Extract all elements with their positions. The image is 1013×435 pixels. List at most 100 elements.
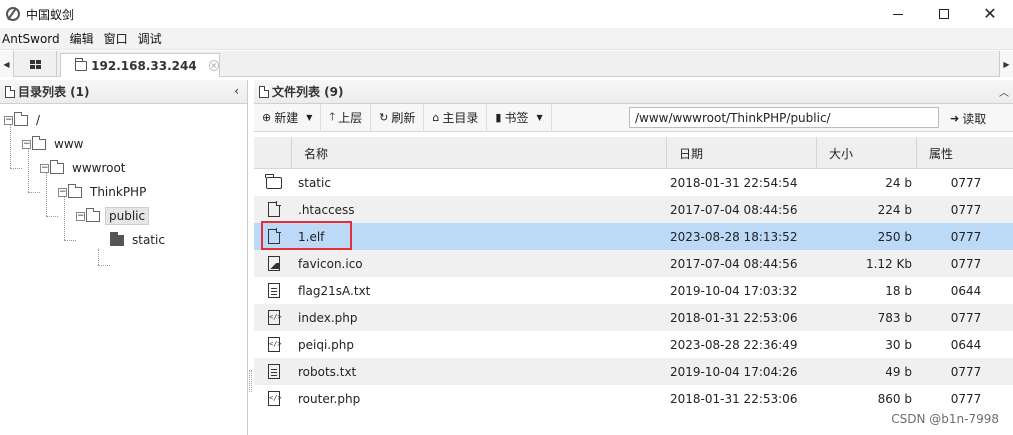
file-attr: 0777 — [950, 229, 982, 244]
home-button[interactable]: ⌂ 主目录 — [424, 103, 488, 132]
close-button[interactable]: ✕ — [967, 0, 1013, 28]
file-attr: 0777 — [950, 202, 982, 217]
tab-scroll-right-button[interactable]: ▶ — [999, 51, 1013, 77]
file-attr: 0777 — [950, 175, 982, 190]
column-header-date[interactable]: 日期 — [666, 137, 816, 169]
tree-label[interactable]: wwwroot — [69, 160, 129, 176]
home-tab[interactable] — [15, 51, 57, 77]
tree-toggle[interactable]: − — [40, 163, 49, 173]
table-row[interactable]: </> peiqi.php 2023-08-28 22:36:49 30 b 0… — [254, 331, 1013, 358]
up-label: 上层 — [338, 111, 363, 125]
tree-toggle[interactable]: − — [22, 139, 31, 149]
new-button[interactable]: ⊕ 新建 ▼ — [254, 103, 322, 132]
file-name: index.php — [298, 310, 358, 325]
tab-scroll-left-button[interactable]: ◀ — [0, 51, 14, 77]
file-size: 250 b — [877, 229, 912, 244]
refresh-button[interactable]: ↻ 刷新 — [371, 103, 425, 132]
column-header-attr[interactable]: 属性 — [916, 137, 1013, 169]
image-file-icon — [268, 256, 280, 271]
file-date: 2018-01-31 22:53:06 — [670, 391, 798, 406]
code-file-icon: </> — [268, 337, 282, 352]
column-header-name[interactable]: 名称 — [291, 137, 666, 169]
table-row[interactable]: favicon.ico 2017-07-04 08:44:56 1.12 Kb … — [254, 250, 1013, 277]
antsword-logo-icon — [6, 7, 20, 21]
tree-label-selected[interactable]: public — [105, 207, 150, 225]
menu-debug[interactable]: 调试 — [136, 30, 168, 47]
file-name: 1.elf — [298, 229, 325, 244]
directory-panel-header: 目录列表 (1) ‹ — [0, 80, 247, 104]
table-row[interactable]: </> router.php 2018-01-31 22:53:06 860 b… — [254, 385, 1013, 412]
read-label: 读取 — [962, 111, 987, 126]
up-button[interactable]: 🡑 上层 — [321, 103, 372, 132]
code-file-icon: </> — [268, 391, 282, 406]
tree-toggle[interactable]: − — [4, 115, 13, 125]
maximize-icon — [939, 9, 949, 19]
tree-node-www[interactable]: − www — [22, 133, 86, 155]
folder-icon — [75, 57, 88, 71]
tree-node-root[interactable]: − / — [4, 109, 43, 131]
table-row[interactable]: </> index.php 2018-01-31 22:53:06 783 b … — [254, 304, 1013, 331]
caret-down-icon: ▼ — [536, 113, 543, 122]
panel-splitter[interactable] — [249, 370, 252, 392]
tree-label[interactable]: static — [129, 232, 168, 248]
maximize-button[interactable] — [921, 0, 967, 28]
read-button[interactable]: ➜ 读取 — [944, 104, 986, 132]
file-panel-header: 文件列表 (9) ︿ — [254, 80, 1013, 104]
folder-icon — [68, 183, 82, 198]
column-header-size[interactable]: 大小 — [816, 137, 916, 169]
tree-label[interactable]: / — [33, 112, 43, 128]
window-controls: ✕ — [875, 0, 1013, 28]
tree-node-wwwroot[interactable]: − wwwroot — [40, 157, 129, 179]
tab-bar: ◀ 192.168.33.244 × ▶ — [0, 51, 1013, 77]
code-file-icon: </> — [268, 310, 282, 325]
bookmark-label: 书签 — [504, 111, 529, 125]
tab-close-icon[interactable]: × — [208, 60, 219, 71]
minimize-icon — [893, 13, 903, 15]
refresh-label: 刷新 — [391, 111, 416, 125]
table-row-selected[interactable]: 1.elf 2023-08-28 18:13:52 250 b 0777 — [254, 223, 1013, 250]
minimize-button[interactable] — [875, 0, 921, 28]
tree-label[interactable]: www — [51, 136, 86, 152]
file-table: 名称 日期 大小 属性 static 2018-01-31 22:54:54 2… — [254, 137, 1013, 412]
tree-toggle[interactable]: − — [58, 187, 67, 197]
column-attr-label: 属性 — [929, 146, 954, 161]
tree-node-public[interactable]: − public — [76, 205, 150, 227]
arrow-right-icon: ➜ — [950, 111, 960, 125]
file-attr: 0644 — [950, 337, 982, 352]
bookmark-icon: ▮ — [495, 111, 502, 124]
collapse-panel-button[interactable]: ︿ — [999, 84, 1009, 99]
tree-toggle[interactable]: − — [76, 211, 85, 221]
file-size: 224 b — [877, 202, 912, 217]
menu-antsword[interactable]: AntSword — [0, 32, 66, 46]
file-toolbar: ⊕ 新建 ▼ 🡑 上层 ↻ 刷新 ⌂ 主目录 ▮ 书签 ▼ ➜ 读取 — [254, 103, 1013, 132]
column-size-label: 大小 — [829, 146, 854, 161]
bookmark-button[interactable]: ▮ 书签 ▼ — [487, 103, 552, 132]
window-title: 中国蚁剑 — [26, 7, 75, 22]
file-date: 2023-08-28 18:13:52 — [670, 229, 798, 244]
menu-edit[interactable]: 编辑 — [68, 30, 100, 47]
home-icon: ⌂ — [432, 111, 440, 124]
tree-node-static[interactable]: static — [110, 229, 168, 251]
table-row[interactable]: robots.txt 2019-10-04 17:04:26 49 b 0777 — [254, 358, 1013, 385]
tab-host[interactable]: 192.168.33.244 × — [60, 53, 220, 77]
table-row[interactable]: static 2018-01-31 22:54:54 24 b 0777 — [254, 169, 1013, 196]
menu-window[interactable]: 窗口 — [102, 30, 134, 47]
file-date: 2019-10-04 17:04:26 — [670, 364, 798, 379]
close-icon: ✕ — [983, 4, 997, 23]
document-icon — [259, 85, 269, 98]
directory-panel: 目录列表 (1) ‹ − / − www − wwwroot − ThinkPH… — [0, 80, 248, 435]
file-name: peiqi.php — [298, 337, 354, 352]
file-name: router.php — [298, 391, 361, 406]
file-attr: 0777 — [950, 364, 982, 379]
plus-circle-icon: ⊕ — [262, 111, 272, 124]
tree-label[interactable]: ThinkPHP — [87, 184, 149, 200]
collapse-panel-button[interactable]: ‹ — [234, 84, 239, 98]
refresh-icon: ↻ — [379, 111, 389, 124]
table-row[interactable]: .htaccess 2017-07-04 08:44:56 224 b 0777 — [254, 196, 1013, 223]
tree-node-thinkphp[interactable]: − ThinkPHP — [58, 181, 149, 203]
menu-bar: AntSword 编辑 窗口 调试 — [0, 28, 1013, 50]
file-panel-title: 文件列表 (9) — [272, 85, 344, 99]
path-input[interactable] — [629, 107, 939, 128]
table-row[interactable]: flag21sA.txt 2019-10-04 17:03:32 18 b 06… — [254, 277, 1013, 304]
file-size: 30 b — [885, 337, 912, 352]
